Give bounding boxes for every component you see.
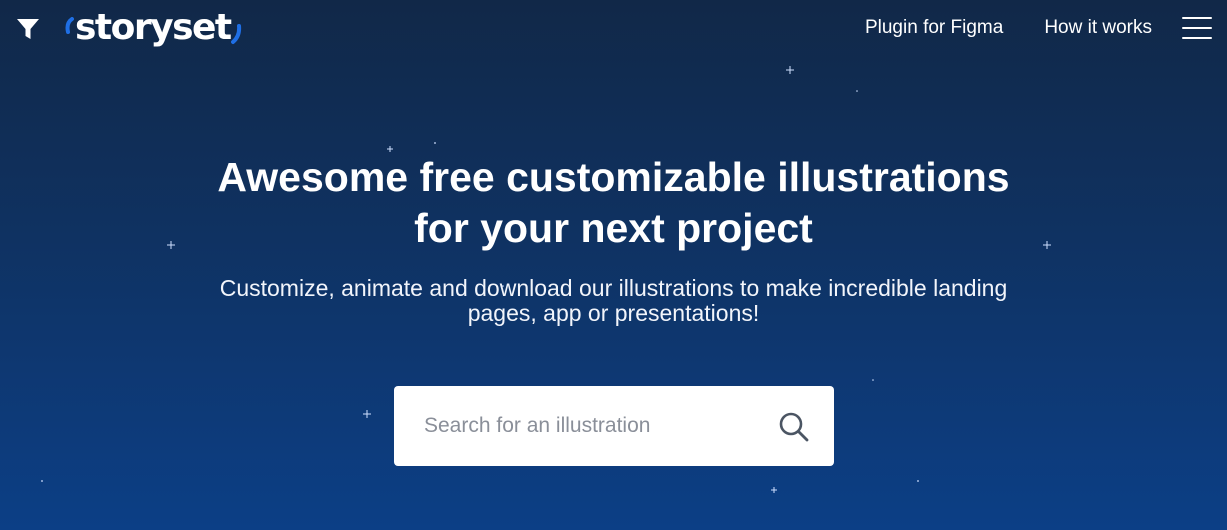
logo-arc-right-icon — [230, 24, 241, 44]
hero-subtitle: Customize, animate and download our illu… — [219, 275, 1008, 326]
filter-button[interactable] — [14, 15, 42, 43]
hamburger-menu-button[interactable] — [1182, 17, 1212, 39]
sparkle-dot-icon — [872, 379, 874, 381]
sparkle-dot-icon — [434, 142, 436, 144]
sparkle-dot-icon — [856, 90, 858, 92]
logo-arc-left-icon — [65, 17, 74, 34]
hamburger-menu-icon — [1182, 17, 1212, 19]
search-input[interactable] — [394, 386, 764, 466]
sparkle-star-icon — [363, 410, 371, 418]
main-nav: Plugin for Figma How it works — [865, 16, 1152, 40]
hamburger-menu-icon-bar — [1182, 37, 1212, 39]
hero-headline: Awesome free customizable illustrations … — [217, 154, 1010, 251]
sparkle-star-icon — [387, 146, 393, 152]
search-button[interactable] — [772, 406, 816, 448]
nav-link-plugin-for-figma[interactable]: Plugin for Figma — [865, 16, 1003, 40]
hamburger-menu-icon-bar — [1182, 27, 1212, 29]
storyset-home-page: storyset Plugin for Figma How it works A… — [0, 0, 1227, 530]
sparkle-dot-icon — [41, 480, 43, 482]
search-icon — [779, 412, 809, 442]
search-box — [394, 386, 834, 466]
storyset-logo[interactable]: storyset — [64, 5, 243, 51]
sparkle-dot-icon — [917, 480, 919, 482]
nav-link-how-it-works[interactable]: How it works — [1044, 16, 1152, 40]
filter-icon — [17, 19, 39, 39]
sparkle-star-icon — [771, 487, 777, 493]
sparkle-star-icon — [786, 66, 794, 74]
top-header: storyset Plugin for Figma How it works — [0, 0, 1227, 58]
logo-wordmark: storyset — [75, 7, 232, 48]
